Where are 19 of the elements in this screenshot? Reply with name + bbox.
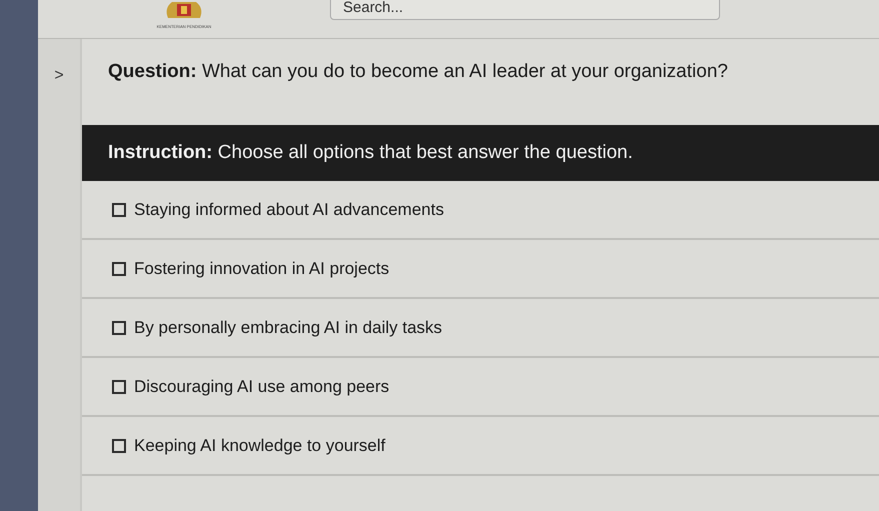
checkbox[interactable] [112,438,126,452]
option-row[interactable]: Staying informed about AI advancements [82,181,879,240]
option-row[interactable]: Fostering innovation in AI projects [82,240,879,299]
search-field[interactable]: Search... [330,0,720,20]
option-label: Discouraging AI use among peers [134,376,390,396]
option-label: By personally embracing AI in daily tasks [134,318,442,338]
option-label: Staying informed about AI advancements [134,200,444,220]
option-row[interactable]: By personally embracing AI in daily tasks [82,299,879,358]
option-row[interactable]: Keeping AI knowledge to yourself [82,417,879,476]
checkbox[interactable] [112,320,126,334]
option-row[interactable]: Discouraging AI use among peers [82,358,879,417]
option-label: Fostering innovation in AI projects [134,258,390,278]
question-text: Question: What can you do to become an AI leader at your organization? [107,60,729,84]
checkbox[interactable] [112,262,126,276]
option-label: Keeping AI knowledge to yourself [134,436,386,456]
checkbox[interactable] [112,202,126,216]
checkbox[interactable] [112,380,126,394]
instruction-text: Instruction: Choose all options that best answer the question. [108,142,633,164]
sidebar-toggle[interactable]: > [50,65,68,87]
